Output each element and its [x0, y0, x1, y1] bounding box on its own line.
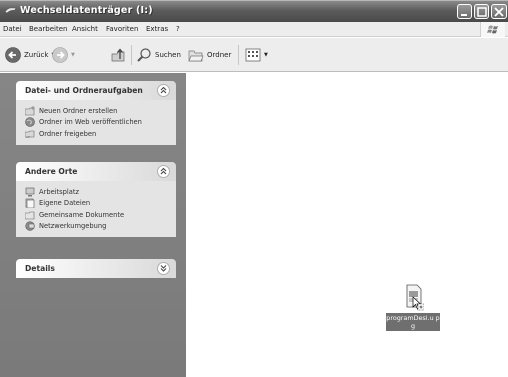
- forward-dropdown-icon[interactable]: ▼: [71, 52, 75, 58]
- folders-button[interactable]: Ordner: [188, 46, 231, 64]
- expand-chevron-icon[interactable]: [157, 262, 170, 275]
- file-list-area[interactable]: [187, 73, 508, 377]
- place-label: Arbeitsplatz: [39, 187, 79, 196]
- globe-icon: [25, 117, 35, 128]
- up-folder-button[interactable]: [111, 46, 126, 64]
- share-folder-icon: [25, 130, 35, 138]
- task-pane: Datei- und Ordneraufgaben Neuen Ordner e…: [0, 73, 186, 377]
- views-dropdown-icon[interactable]: ▼: [264, 52, 268, 58]
- window-app-icon: [4, 7, 17, 14]
- file-name: programDesi.u pg: [386, 313, 440, 331]
- panel-header[interactable]: Details: [16, 259, 176, 278]
- task-label: Ordner freigeben: [39, 129, 97, 138]
- toolbar-separator: [131, 45, 132, 65]
- up-folder-icon: [111, 47, 125, 61]
- close-icon: [494, 7, 504, 17]
- folders-icon: [188, 50, 204, 62]
- folder-icon: [25, 211, 35, 220]
- place-my-documents[interactable]: Eigene Dateien: [25, 198, 176, 210]
- window-title: Wechseldatenträger (I:): [20, 5, 153, 16]
- panel-body: Arbeitsplatz Eigene Dateien Gemeinsame D…: [16, 181, 176, 237]
- minimize-icon: [461, 14, 467, 16]
- place-label: Netzwerkumgebung: [39, 222, 107, 231]
- toolbar: Zurück ▼ ▼ Suchen Ordner: [0, 38, 508, 72]
- close-button[interactable]: [491, 4, 507, 19]
- maximize-button[interactable]: [474, 4, 489, 19]
- forward-button[interactable]: ▼: [52, 46, 75, 64]
- minimize-button[interactable]: [457, 4, 472, 19]
- place-network[interactable]: Netzwerkumgebung: [25, 221, 176, 233]
- computer-icon: [25, 187, 35, 197]
- panel-title: Datei- und Ordneraufgaben: [25, 86, 143, 95]
- back-button[interactable]: Zurück ▼: [5, 46, 55, 64]
- search-icon: [137, 48, 151, 62]
- forward-arrow-icon: [52, 47, 68, 63]
- folders-label: Ordner: [207, 51, 232, 59]
- collapse-chevron-icon[interactable]: [157, 165, 170, 178]
- menu-datei[interactable]: Datei: [3, 25, 22, 33]
- other-places-panel: Andere Orte Arbeitsplatz Eigene Dateien …: [16, 162, 176, 237]
- task-new-folder[interactable]: Neuen Ordner erstellen: [25, 105, 176, 117]
- title-bar[interactable]: Wechseldatenträger (I:): [0, 0, 508, 22]
- toolbar-separator: [238, 45, 239, 65]
- views-icon: [245, 48, 261, 62]
- search-label: Suchen: [155, 51, 181, 59]
- documents-icon: [25, 198, 35, 209]
- panel-header[interactable]: Andere Orte: [16, 162, 176, 181]
- network-icon: [25, 221, 35, 231]
- menu-extras[interactable]: Extras: [146, 25, 168, 33]
- file-icon: [406, 284, 424, 311]
- place-my-computer[interactable]: Arbeitsplatz: [25, 186, 176, 198]
- place-shared-documents[interactable]: Gemeinsame Dokumente: [25, 209, 176, 221]
- place-label: Eigene Dateien: [39, 199, 91, 208]
- panel-body: Neuen Ordner erstellen Ordner im Web ver…: [16, 100, 176, 145]
- new-folder-icon: [25, 106, 35, 116]
- task-publish-web[interactable]: Ordner im Web veröffentlichen: [25, 117, 176, 129]
- details-panel: Details: [16, 259, 176, 278]
- back-arrow-icon: [5, 47, 21, 63]
- windows-logo-icon: [480, 22, 505, 37]
- menu-bearbeiten[interactable]: Bearbeiten: [29, 25, 67, 33]
- place-label: Gemeinsame Dokumente: [39, 210, 125, 219]
- panel-title: Details: [25, 264, 55, 273]
- task-label: Neuen Ordner erstellen: [39, 106, 118, 115]
- task-label: Ordner im Web veröffentlichen: [39, 118, 142, 127]
- file-folder-tasks-panel: Datei- und Ordneraufgaben Neuen Ordner e…: [16, 81, 176, 145]
- maximize-icon: [477, 7, 487, 17]
- menu-ansicht[interactable]: Ansicht: [72, 25, 98, 33]
- collapse-chevron-icon[interactable]: [157, 84, 170, 97]
- menu-bar: Datei Bearbeiten Ansicht Favoriten Extra…: [0, 22, 508, 37]
- search-button[interactable]: Suchen: [136, 46, 181, 64]
- task-share-folder[interactable]: Ordner freigeben: [25, 128, 176, 140]
- views-button[interactable]: ▼: [245, 46, 268, 64]
- back-label: Zurück: [24, 51, 49, 59]
- panel-header[interactable]: Datei- und Ordneraufgaben: [16, 81, 176, 100]
- menu-help[interactable]: ?: [176, 25, 180, 33]
- panel-title: Andere Orte: [25, 167, 78, 176]
- menu-favoriten[interactable]: Favoriten: [106, 25, 138, 33]
